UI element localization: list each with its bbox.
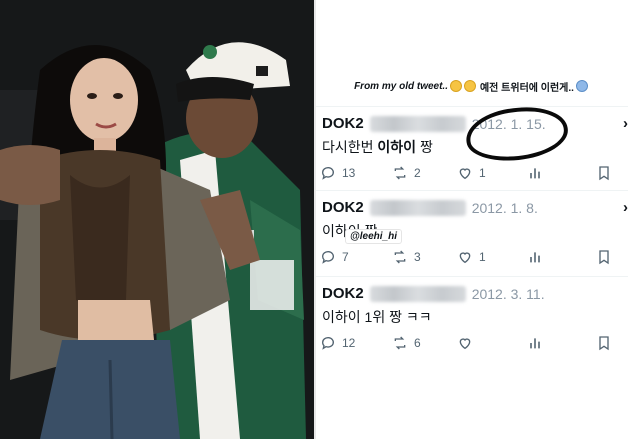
- tweet-author[interactable]: DOK2: [322, 285, 364, 302]
- photo-illustration: [0, 0, 314, 439]
- tweet-text: 이하이 1위 짱 ㅋㅋ: [322, 307, 432, 327]
- tweet-text-plain: 다시한번: [322, 139, 378, 155]
- reply-icon: [322, 251, 334, 264]
- views-button[interactable]: [527, 163, 543, 183]
- reply-count: 7: [342, 250, 349, 264]
- tweet-header: DOK2 2012. 1. 8.: [322, 199, 538, 216]
- reply-button[interactable]: 7: [320, 247, 349, 267]
- tweet-date[interactable]: 2012. 3. 11.: [472, 286, 545, 302]
- bookmark-button[interactable]: [596, 333, 612, 353]
- grinning-sweat-face-icon: [463, 80, 476, 92]
- retweet-icon: [394, 166, 406, 180]
- caption-text: From my old tweet..: [354, 80, 448, 92]
- tweet-text-tail: 짱: [416, 139, 433, 155]
- reply-button[interactable]: 13: [320, 163, 355, 183]
- tweets-panel: From my old tweet.. 예전 트위터에 이런게.. DOK2 2…: [316, 0, 628, 439]
- retweet-count: 3: [414, 250, 421, 264]
- tweet-text: 다시한번 이하이 짱: [322, 137, 433, 157]
- tweet-author[interactable]: DOK2: [322, 115, 364, 132]
- views-button[interactable]: [527, 333, 543, 353]
- heart-icon: [459, 168, 471, 180]
- views-button[interactable]: [527, 247, 543, 267]
- blurred-handle: [369, 115, 466, 132]
- bookmark-button[interactable]: [596, 163, 612, 183]
- story-caption: From my old tweet.. 예전 트위터에 이런게..: [320, 76, 622, 96]
- story-photo: [0, 0, 314, 439]
- like-button[interactable]: [457, 333, 479, 353]
- like-button[interactable]: 1: [457, 247, 486, 267]
- reply-icon: [322, 167, 334, 180]
- tweet-date[interactable]: 2012. 1. 8.: [472, 200, 538, 216]
- bookmark-icon: [599, 336, 609, 351]
- bookmark-icon: [599, 166, 609, 181]
- bar-chart-icon: [530, 252, 540, 263]
- retweet-button[interactable]: 6: [392, 333, 421, 353]
- tweet-actions: 13 2 1: [320, 163, 620, 183]
- tweet-actions: 12 6: [320, 333, 620, 353]
- tweet-text-plain: 이하이 1위 짱 ㅋㅋ: [322, 309, 432, 325]
- heart-icon: [459, 338, 471, 350]
- heart-icon: [459, 252, 471, 264]
- blurred-handle: [369, 199, 466, 216]
- retweet-icon: [394, 250, 406, 264]
- reply-button[interactable]: 12: [320, 333, 355, 353]
- tweet-author[interactable]: DOK2: [322, 199, 364, 216]
- bar-chart-icon: [530, 338, 540, 349]
- woman-face: [70, 58, 138, 142]
- bookmark-icon: [599, 250, 609, 265]
- like-button[interactable]: 1: [457, 163, 486, 183]
- mention-tag[interactable]: @leehi_hi: [346, 230, 401, 243]
- more-options-icon[interactable]: ›: [623, 115, 628, 132]
- tweet-text-bold: 이하이: [377, 139, 417, 155]
- retweet-count: 2: [414, 166, 421, 180]
- more-options-icon[interactable]: ›: [623, 199, 628, 216]
- retweet-icon: [394, 336, 406, 350]
- like-count: 1: [479, 166, 486, 180]
- fearful-face-icon: [575, 80, 588, 92]
- retweet-count: 6: [414, 336, 421, 350]
- bookmark-button[interactable]: [596, 247, 612, 267]
- caption-korean: 예전 트위터에 이런게..: [479, 82, 574, 94]
- reply-count: 12: [342, 336, 356, 350]
- reply-icon: [322, 337, 334, 350]
- bar-chart-icon: [530, 168, 540, 179]
- tweet-actions: 7 3 1: [320, 247, 620, 267]
- like-count: 1: [479, 250, 486, 264]
- retweet-button[interactable]: 2: [392, 163, 421, 183]
- reply-count: 13: [342, 166, 356, 180]
- tweet-header: DOK2 2012. 3. 11.: [322, 285, 545, 302]
- retweet-button[interactable]: 3: [392, 247, 421, 267]
- blurred-handle: [369, 285, 466, 302]
- tweet-card[interactable]: DOK2 2012. 3. 11. 이하이 1위 짱 ㅋㅋ 12 6: [316, 276, 628, 358]
- grinning-sweat-face-icon: [449, 80, 462, 92]
